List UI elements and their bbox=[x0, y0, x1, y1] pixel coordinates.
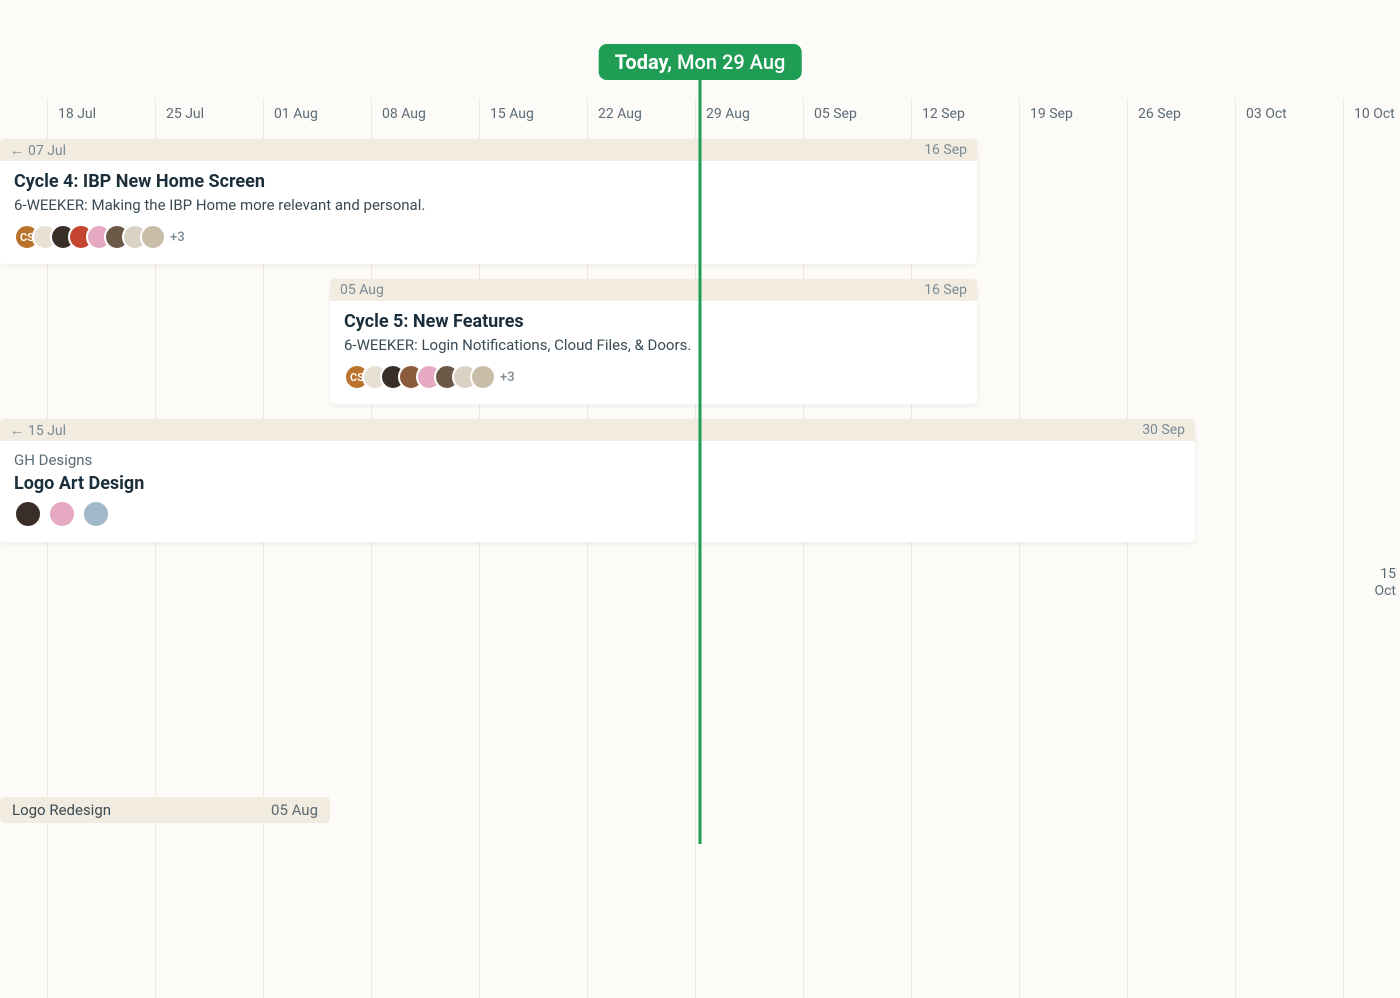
pill-title: Logo Redesign bbox=[12, 801, 111, 819]
avatar-group: CS+3 bbox=[344, 364, 963, 390]
date-column-label: 29 Aug bbox=[706, 106, 750, 122]
card-end-date: 30 Sep bbox=[1142, 422, 1185, 438]
truncated-date-label: 15 Oct bbox=[1374, 566, 1396, 600]
avatar[interactable] bbox=[82, 500, 110, 528]
date-column-label: 10 Oct bbox=[1354, 106, 1395, 122]
date-column-label: 18 Jul bbox=[58, 106, 96, 122]
card-title: Cycle 4: IBP New Home Screen bbox=[14, 171, 963, 192]
date-column-label: 26 Sep bbox=[1138, 106, 1181, 122]
arrow-left-icon: ← bbox=[10, 423, 24, 439]
date-column-label: 08 Aug bbox=[382, 106, 426, 122]
date-column-label: 05 Sep bbox=[814, 106, 857, 122]
card-end-date: 16 Sep bbox=[924, 282, 967, 298]
card-parent: GH Designs bbox=[14, 451, 1181, 469]
date-column: 26 Sep bbox=[1127, 98, 1181, 998]
card-start-date: ←15 Jul bbox=[10, 422, 66, 439]
date-column: 19 Sep bbox=[1019, 98, 1073, 998]
card-title: Logo Art Design bbox=[14, 473, 1181, 494]
card-description: 6-WEEKER: Login Notifications, Cloud Fil… bbox=[344, 336, 963, 354]
card-body: Cycle 4: IBP New Home Screen 6-WEEKER: M… bbox=[0, 161, 977, 264]
avatar[interactable] bbox=[470, 364, 496, 390]
card-body: Cycle 5: New Features 6-WEEKER: Login No… bbox=[330, 301, 977, 404]
date-column-label: 25 Jul bbox=[166, 106, 204, 122]
date-column-label: 19 Sep bbox=[1030, 106, 1073, 122]
date-column: 10 Oct bbox=[1343, 98, 1395, 998]
today-badge[interactable]: Today, Mon 29 Aug bbox=[599, 44, 802, 80]
arrow-left-icon: ← bbox=[10, 143, 24, 159]
today-marker-line bbox=[699, 74, 702, 844]
project-card-cycle4[interactable]: ←07 Jul 16 Sep Cycle 4: IBP New Home Scr… bbox=[0, 139, 977, 264]
today-prefix: Today, bbox=[615, 50, 672, 74]
date-column-label: 12 Sep bbox=[922, 106, 965, 122]
pill-end-date: 05 Aug bbox=[271, 801, 318, 819]
date-column-label: 15 Aug bbox=[490, 106, 534, 122]
card-end-date: 16 Sep bbox=[924, 142, 967, 158]
card-start-date: 05 Aug bbox=[340, 282, 384, 298]
avatar-group bbox=[14, 500, 1181, 528]
avatar-more-count[interactable]: +3 bbox=[170, 230, 185, 245]
avatar-group: CS+3 bbox=[14, 224, 963, 250]
avatar[interactable] bbox=[14, 500, 42, 528]
project-pill-logo-redesign[interactable]: Logo Redesign 05 Aug bbox=[0, 797, 330, 823]
card-start-date: ←07 Jul bbox=[10, 142, 66, 159]
card-description: 6-WEEKER: Making the IBP Home more relev… bbox=[14, 196, 963, 214]
project-card-cycle5[interactable]: 05 Aug 16 Sep Cycle 5: New Features 6-WE… bbox=[330, 279, 977, 404]
date-column: 03 Oct bbox=[1235, 98, 1287, 998]
card-title: Cycle 5: New Features bbox=[344, 311, 963, 332]
card-date-bar: ←07 Jul 16 Sep bbox=[0, 139, 977, 161]
card-body: GH Designs Logo Art Design bbox=[0, 441, 1195, 542]
today-date: Mon 29 Aug bbox=[677, 50, 785, 74]
avatar-more-count[interactable]: +3 bbox=[500, 370, 515, 385]
card-date-bar: 05 Aug 16 Sep bbox=[330, 279, 977, 301]
timeline-container: Today, Mon 29 Aug 18 Jul 25 Jul 01 Aug 08 A… bbox=[0, 0, 1400, 844]
avatar[interactable] bbox=[140, 224, 166, 250]
date-column-label: 03 Oct bbox=[1246, 106, 1287, 122]
date-column-label: 22 Aug bbox=[598, 106, 642, 122]
date-column-label: 01 Aug bbox=[274, 106, 318, 122]
card-date-bar: ←15 Jul 30 Sep bbox=[0, 419, 1195, 441]
project-card-logo-art[interactable]: ←15 Jul 30 Sep GH Designs Logo Art Desig… bbox=[0, 419, 1195, 542]
avatar[interactable] bbox=[48, 500, 76, 528]
